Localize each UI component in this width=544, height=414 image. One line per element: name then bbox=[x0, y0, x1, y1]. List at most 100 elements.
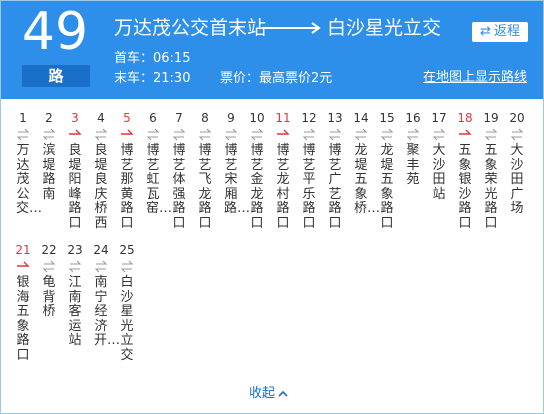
bus-stop[interactable]: 6 博艺虹瓦窑… bbox=[140, 110, 172, 217]
stop-name: 博艺金龙路口 bbox=[250, 143, 264, 231]
bus-stop[interactable]: 13 博艺广艺路口 bbox=[322, 110, 348, 231]
stop-name: 龟背桥 bbox=[42, 275, 56, 319]
stop-number: 11 bbox=[275, 111, 291, 125]
stop-name: 大沙田站 bbox=[432, 143, 446, 202]
stop-name: 良堤良庆桥西 bbox=[94, 143, 108, 231]
two-way-arrow-icon bbox=[250, 128, 264, 141]
two-way-arrow-icon bbox=[146, 128, 160, 141]
stop-name: 良堤阳峰路口 bbox=[68, 143, 82, 231]
stop-number: 5 bbox=[123, 111, 131, 125]
stop-name: 博艺飞龙路口 bbox=[198, 143, 212, 231]
two-way-arrow-icon bbox=[406, 128, 420, 141]
two-way-arrow-icon bbox=[120, 260, 134, 273]
two-way-arrow-icon bbox=[94, 128, 108, 141]
swap-icon: ⇄ bbox=[480, 24, 491, 39]
route-suffix-badge: 路 bbox=[22, 65, 90, 87]
two-way-arrow-icon bbox=[68, 260, 82, 273]
bus-stop[interactable]: 22 龟背桥 bbox=[36, 242, 62, 320]
bus-route-panel: 49 路 万达茂公交首末站 白沙星光立交 首车：06:15 末车：21:30 票… bbox=[0, 0, 544, 414]
stop-number: 24 bbox=[93, 243, 109, 257]
one-way-arrow-icon bbox=[69, 129, 82, 135]
bus-stop[interactable]: 1 万达茂公交… bbox=[10, 110, 43, 217]
bus-stop[interactable]: 19 五象荣光路口 bbox=[478, 110, 504, 231]
stop-number: 2 bbox=[45, 111, 53, 125]
bus-stop[interactable]: 25 白沙星光立交 bbox=[114, 242, 140, 363]
bus-stop[interactable]: 17 大沙田站 bbox=[426, 110, 452, 202]
two-way-arrow-icon bbox=[172, 128, 186, 141]
stop-number: 10 bbox=[249, 111, 265, 125]
two-way-arrow-icon bbox=[42, 128, 56, 141]
bus-stop[interactable]: 21 银海五象路口 bbox=[10, 242, 36, 363]
stop-name: 大沙田广场 bbox=[510, 143, 524, 216]
bus-stop[interactable]: 8 博艺飞龙路口 bbox=[192, 110, 218, 231]
collapse-label: 收起 bbox=[249, 386, 276, 401]
stop-number: 12 bbox=[301, 111, 317, 125]
bus-stop[interactable]: 3 良堤阳峰路口 bbox=[62, 110, 88, 231]
bus-stop[interactable]: 14 龙堤五象桥… bbox=[348, 110, 381, 217]
stop-name: 白沙星光立交 bbox=[120, 275, 134, 363]
stop-number: 23 bbox=[67, 243, 83, 257]
two-way-arrow-icon bbox=[302, 128, 316, 141]
stop-name: 南宁经济开… bbox=[94, 275, 121, 348]
two-way-arrow-icon bbox=[198, 128, 212, 141]
stop-number: 15 bbox=[379, 111, 395, 125]
stop-name: 五象银沙路口 bbox=[458, 143, 472, 231]
bus-stop[interactable]: 23 江南客运站 bbox=[62, 242, 88, 349]
bus-stop[interactable]: 2 滨堤路南 bbox=[36, 110, 62, 202]
bus-stop[interactable]: 12 博艺平乐路口 bbox=[296, 110, 322, 231]
stop-number: 14 bbox=[353, 111, 369, 125]
bus-stop[interactable]: 15 龙堤五象路口 bbox=[374, 110, 400, 231]
show-on-map-link[interactable]: 在地图上显示路线 bbox=[423, 69, 527, 87]
bus-stop[interactable]: 16 聚丰苑 bbox=[400, 110, 426, 188]
stop-number: 25 bbox=[119, 243, 135, 257]
one-way-arrow-icon bbox=[459, 129, 472, 135]
stop-name: 博艺那黄路口 bbox=[120, 143, 134, 231]
reverse-label: 返程 bbox=[493, 24, 520, 39]
stop-name: 博艺宋厢路… bbox=[224, 143, 251, 216]
first-bus-time: 首车：06:15 bbox=[114, 51, 191, 66]
bus-stop[interactable]: 11 博艺龙村路口 bbox=[270, 110, 296, 231]
reverse-direction-button[interactable]: ⇄ 返程 bbox=[472, 22, 528, 42]
stop-number: 17 bbox=[431, 111, 447, 125]
route-header: 49 路 万达茂公交首末站 白沙星光立交 首车：06:15 末车：21:30 票… bbox=[1, 1, 543, 99]
stop-name: 龙堤五象路口 bbox=[380, 143, 394, 231]
stop-name: 龙堤五象桥… bbox=[354, 143, 381, 216]
stop-name: 博艺广艺路口 bbox=[328, 143, 342, 231]
bus-stop[interactable]: 10 博艺金龙路口 bbox=[244, 110, 270, 231]
stop-number: 16 bbox=[405, 111, 421, 125]
stop-number: 8 bbox=[201, 111, 209, 125]
two-way-arrow-icon bbox=[510, 128, 524, 141]
stop-number: 18 bbox=[457, 111, 473, 125]
stop-number: 7 bbox=[175, 111, 183, 125]
stop-number: 20 bbox=[509, 111, 525, 125]
stop-name: 江南客运站 bbox=[68, 275, 82, 348]
bus-stop[interactable]: 9 博艺宋厢路… bbox=[218, 110, 251, 217]
two-way-arrow-icon bbox=[432, 128, 446, 141]
stop-number: 1 bbox=[19, 111, 27, 125]
two-way-arrow-icon bbox=[484, 128, 498, 141]
bus-stop[interactable]: 5 博艺那黄路口 bbox=[114, 110, 140, 231]
stop-name: 博艺龙村路口 bbox=[276, 143, 290, 231]
last-bus-time: 末车：21:30 bbox=[114, 71, 191, 86]
two-way-arrow-icon bbox=[380, 128, 394, 141]
bus-stop[interactable]: 4 良堤良庆桥西 bbox=[88, 110, 114, 231]
stop-name: 滨堤路南 bbox=[42, 143, 56, 202]
stop-number: 22 bbox=[41, 243, 57, 257]
route-number: 49 bbox=[21, 2, 89, 62]
collapse-button[interactable]: 收起 bbox=[249, 385, 288, 403]
origin-terminal: 万达茂公交首末站 bbox=[114, 17, 267, 39]
stop-number: 3 bbox=[71, 111, 79, 125]
bus-stop[interactable]: 18 五象银沙路口 bbox=[452, 110, 478, 231]
stop-number: 13 bbox=[327, 111, 343, 125]
one-way-arrow-icon bbox=[121, 129, 134, 135]
two-way-arrow-icon bbox=[42, 260, 56, 273]
destination-terminal: 白沙星光立交 bbox=[327, 17, 442, 39]
stop-name: 银海五象路口 bbox=[16, 275, 30, 363]
bus-stop[interactable]: 7 博艺体强路口 bbox=[166, 110, 192, 231]
bus-stop[interactable]: 24 南宁经济开… bbox=[88, 242, 121, 349]
bus-stop[interactable]: 20 大沙田广场 bbox=[504, 110, 530, 217]
two-way-arrow-icon bbox=[94, 260, 108, 273]
two-way-arrow-icon bbox=[328, 128, 342, 141]
stop-name: 万达茂公交… bbox=[16, 143, 43, 216]
chevron-up-icon bbox=[278, 390, 288, 397]
